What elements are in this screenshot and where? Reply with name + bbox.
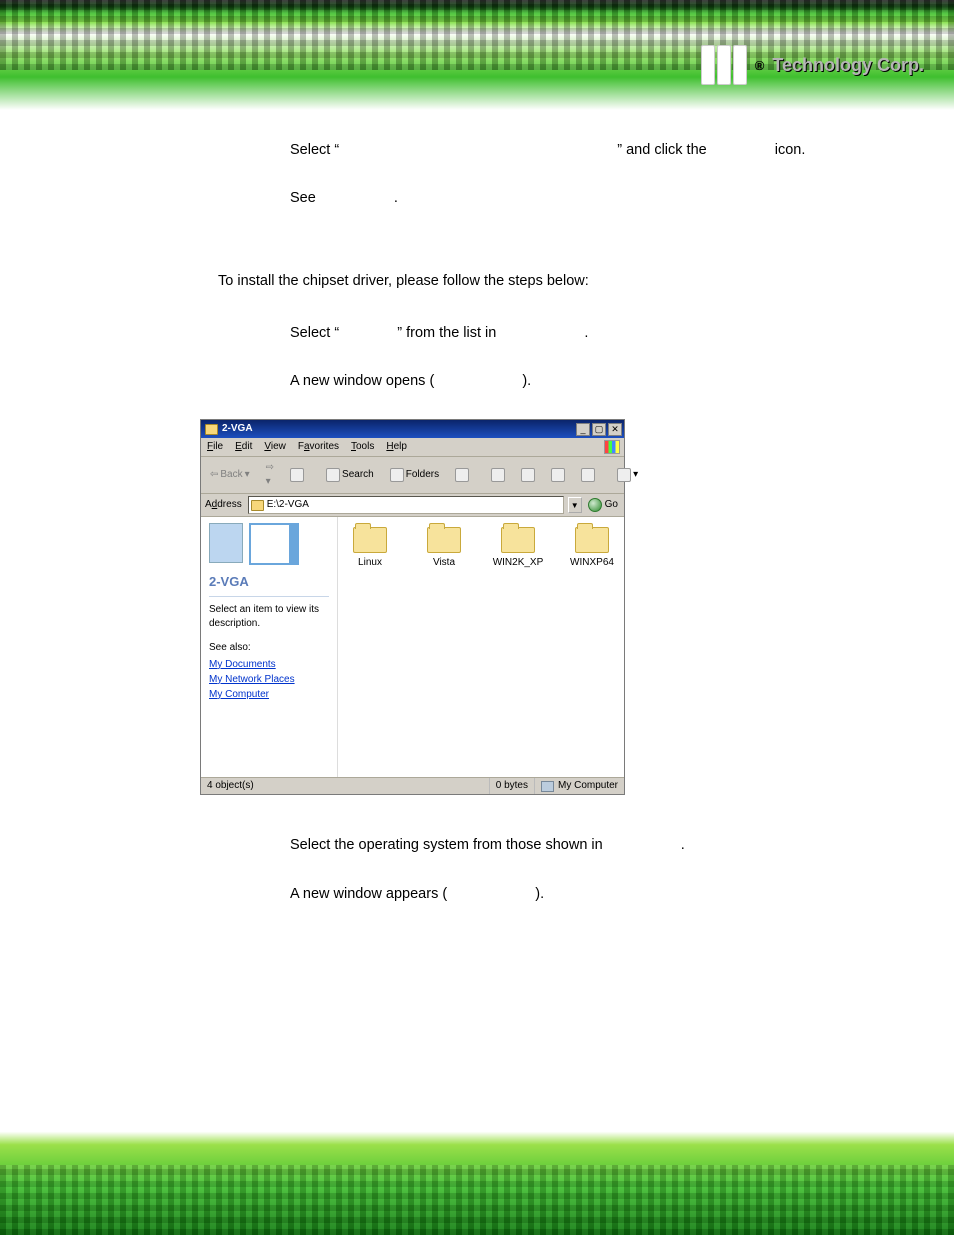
menu-view[interactable]: View <box>264 440 286 454</box>
folder-icon <box>353 527 387 553</box>
explorer-left-pane: 2-VGA Select an item to view its descrip… <box>201 517 338 777</box>
address-dropdown[interactable]: ▼ <box>568 497 582 513</box>
status-bytes: 0 bytes <box>489 778 534 794</box>
toolbar: ⇦ Back ▾ ⇨ ▾ Search Folders ▾ <box>201 457 624 494</box>
minimize-button[interactable]: _ <box>576 423 590 436</box>
back-button[interactable]: ⇦ Back ▾ <box>205 466 255 484</box>
address-input[interactable]: E:\2-VGA <box>248 496 564 514</box>
maximize-button[interactable]: ▢ <box>592 423 606 436</box>
intro-line: To install the chipset driver, please fo… <box>200 271 894 291</box>
tool-icon-4[interactable] <box>576 466 600 484</box>
text-dot: . <box>394 190 398 206</box>
instruction-line-2: See . <box>200 188 894 208</box>
computer-icon <box>541 781 554 792</box>
text-select-close: ” and click the <box>617 142 706 158</box>
text-select-close-2: ” from the list in <box>397 325 496 341</box>
search-button[interactable]: Search <box>321 466 379 484</box>
panel-description: Select an item to view its description. <box>209 603 329 631</box>
address-label: Address <box>205 498 244 512</box>
menu-bar: File Edit View Favorites Tools Help <box>201 438 624 457</box>
registered-mark: ® <box>755 58 765 73</box>
step-3-line: Select the operating system from those s… <box>200 835 894 855</box>
status-location-text: My Computer <box>558 779 618 793</box>
folders-button[interactable]: Folders <box>385 466 444 484</box>
text-new-window-opens: A new window opens ( <box>290 373 434 389</box>
folder-icon <box>501 527 535 553</box>
folder-label: WIN2K_XP <box>493 556 544 570</box>
link-my-documents[interactable]: My Documents <box>209 657 329 672</box>
folder-item[interactable]: Vista <box>418 527 470 570</box>
instruction-line-1: Select “ ” and click the icon. <box>200 140 894 160</box>
folder-icon <box>205 424 218 435</box>
windows-flag-icon <box>604 440 620 454</box>
folder-item[interactable]: WINXP64 <box>566 527 618 570</box>
page-footer-band <box>0 1125 954 1235</box>
link-my-network-places[interactable]: My Network Places <box>209 672 329 687</box>
brand-logo-area: ® Technology Corp. <box>701 45 924 85</box>
menu-favorites[interactable]: Favorites <box>298 440 339 454</box>
menu-tools[interactable]: Tools <box>351 440 374 454</box>
status-bar: 4 object(s) 0 bytes My Computer <box>201 777 624 794</box>
go-button[interactable]: Go <box>586 498 620 512</box>
step-4-line: A new window appears ( ). <box>200 884 894 904</box>
window-title: 2-VGA <box>222 422 253 436</box>
text-close-paren: ). <box>522 373 531 389</box>
history-button[interactable] <box>450 466 474 484</box>
panel-name: 2-VGA <box>209 573 329 591</box>
up-button[interactable] <box>285 466 309 484</box>
folder-item[interactable]: Linux <box>344 527 396 570</box>
text-icon-word: icon. <box>775 142 806 158</box>
step-1-line: Select “ ” from the list in . <box>200 323 894 343</box>
status-location: My Computer <box>534 778 624 794</box>
status-objects: 4 object(s) <box>201 778 489 794</box>
link-my-computer[interactable]: My Computer <box>209 687 329 702</box>
menu-help[interactable]: Help <box>386 440 407 454</box>
logo-bars-icon <box>701 45 747 85</box>
step-2-line: A new window opens ( ). <box>200 371 894 391</box>
views-button[interactable]: ▾ <box>612 466 643 484</box>
address-bar: Address E:\2-VGA ▼ Go <box>201 494 624 517</box>
explorer-right-pane: Linux Vista WIN2K_XP WINXP64 <box>338 517 624 777</box>
folder-icon <box>575 527 609 553</box>
folder-label: Vista <box>433 556 455 570</box>
brand-name: Technology Corp. <box>772 55 924 76</box>
tool-icon-1[interactable] <box>486 466 510 484</box>
text-see: See <box>290 190 316 206</box>
forward-button[interactable]: ⇨ ▾ <box>261 459 279 491</box>
folder-item[interactable]: WIN2K_XP <box>492 527 544 570</box>
close-button[interactable]: ✕ <box>608 423 622 436</box>
text-select-os: Select the operating system from those s… <box>290 837 603 853</box>
document-content: Select “ ” and click the icon. See . To … <box>0 120 954 1125</box>
text-dot-2: . <box>584 325 588 341</box>
text-select-prefix: Select “ <box>290 142 339 158</box>
address-value: E:\2-VGA <box>267 498 309 512</box>
explorer-body: 2-VGA Select an item to view its descrip… <box>201 517 624 777</box>
tool-icon-3[interactable] <box>546 466 570 484</box>
preview-tile-icon-2 <box>249 523 299 565</box>
address-folder-icon <box>251 500 264 511</box>
menu-edit[interactable]: Edit <box>235 440 252 454</box>
explorer-window: 2-VGA _ ▢ ✕ File Edit View Favorites Too… <box>200 419 625 795</box>
text-close-paren-2: ). <box>535 886 544 902</box>
text-dot-3: . <box>681 837 685 853</box>
folder-icon <box>427 527 461 553</box>
go-label: Go <box>605 498 618 512</box>
footer-texture <box>0 1165 954 1235</box>
menu-file[interactable]: File <box>207 440 223 454</box>
text-new-window-appears: A new window appears ( <box>290 886 447 902</box>
text-select-prefix-2: Select “ <box>290 325 339 341</box>
window-titlebar: 2-VGA _ ▢ ✕ <box>201 420 624 438</box>
go-icon <box>588 498 602 512</box>
tool-icon-2[interactable] <box>516 466 540 484</box>
page-header-band: ® Technology Corp. <box>0 0 954 110</box>
folder-label: WINXP64 <box>570 556 614 570</box>
preview-tile-icon <box>209 523 243 563</box>
folder-label: Linux <box>358 556 382 570</box>
see-also-label: See also: <box>209 641 329 655</box>
